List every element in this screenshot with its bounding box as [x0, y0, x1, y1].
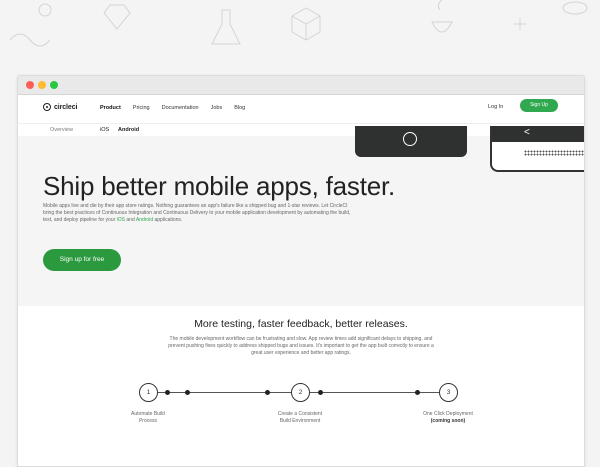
step-2-label-line1: Create a Consistent [277, 411, 323, 417]
step-2-circle: 2 [291, 383, 310, 402]
signup-for-free-button[interactable]: Sign up for free [43, 249, 121, 271]
menu-item-jobs[interactable]: Jobs [211, 105, 223, 111]
login-link[interactable]: Log In [488, 104, 503, 110]
browser-titlebar [18, 76, 584, 95]
subnav-overview[interactable]: Overview [50, 127, 73, 133]
timeline-dot [185, 390, 190, 395]
menu-item-documentation[interactable]: Documentation [162, 105, 199, 111]
step-1-label-line2: Process [138, 418, 158, 424]
signup-button[interactable]: Sign Up [520, 99, 558, 112]
step-2-label-line2: Build Environment [279, 418, 321, 424]
subnav-android[interactable]: Android [118, 127, 139, 133]
timeline-dot [318, 390, 323, 395]
browser-window: circleci Product Pricing Documentation J… [17, 75, 585, 467]
ios-link[interactable]: iOS [117, 217, 125, 223]
timeline-dot [265, 390, 270, 395]
top-navigation: circleci Product Pricing Documentation J… [18, 95, 584, 123]
step-2-label: Create a Consistent Build Environment [260, 411, 340, 425]
hero-description-text: Mobile apps live and die by their app st… [43, 203, 351, 224]
step-3-circle: 3 [439, 383, 458, 402]
flask-doodle [211, 9, 241, 45]
minimize-window-button[interactable] [38, 81, 46, 89]
coming-soon-text: (coming soon) [430, 418, 466, 424]
subnav-ios[interactable]: iOS [100, 127, 109, 133]
cube-doodle [291, 7, 321, 41]
timeline-dot [415, 390, 420, 395]
features-description: The mobile development workflow can be f… [168, 336, 434, 356]
step-3-label-line2: (coming soon) [408, 418, 488, 425]
features-title: More testing, faster feedback, better re… [194, 318, 408, 330]
circleci-logo[interactable]: circleci [43, 103, 77, 111]
home-button-icon [403, 132, 417, 146]
close-window-button[interactable] [26, 81, 34, 89]
step-3-label-line1: One Click Deployment [423, 411, 473, 417]
circle-doodle [38, 3, 52, 17]
android-nav-bar: < [492, 126, 584, 142]
main-menu: Product Pricing Documentation Jobs Blog [100, 105, 245, 111]
wave-doodle [9, 33, 51, 47]
android-link[interactable]: Android [136, 217, 153, 223]
menu-item-blog[interactable]: Blog [234, 105, 245, 111]
cup-doodle [431, 0, 453, 33]
step-1-label-line1: Automate Build [131, 411, 165, 417]
step-3-label: One Click Deployment (coming soon) [408, 411, 488, 425]
logo-text: circleci [54, 103, 78, 111]
step-1-circle: 1 [139, 383, 158, 402]
back-arrow-icon: < [524, 127, 530, 138]
step-1-label: Automate Build Process [108, 411, 188, 425]
iphone-illustration [355, 126, 467, 157]
hero-description: Mobile apps live and die by their app st… [43, 203, 353, 225]
hero-description-end: applications. [153, 217, 183, 224]
sparkle-doodle [514, 18, 526, 30]
timeline-dot [165, 390, 170, 395]
speaker-grill-icon [524, 150, 584, 156]
maximize-window-button[interactable] [50, 81, 58, 89]
menu-item-pricing[interactable]: Pricing [133, 105, 150, 111]
hero-description-and: and [125, 217, 136, 224]
background-doodles [9, 0, 588, 47]
hero-headline: Ship better mobile apps, faster. [43, 171, 396, 201]
android-phone-illustration: < [490, 126, 584, 172]
circleci-logo-icon [43, 103, 51, 111]
menu-item-product[interactable]: Product [100, 105, 121, 111]
ring-doodle [562, 1, 588, 15]
gem-doodle [103, 4, 131, 30]
